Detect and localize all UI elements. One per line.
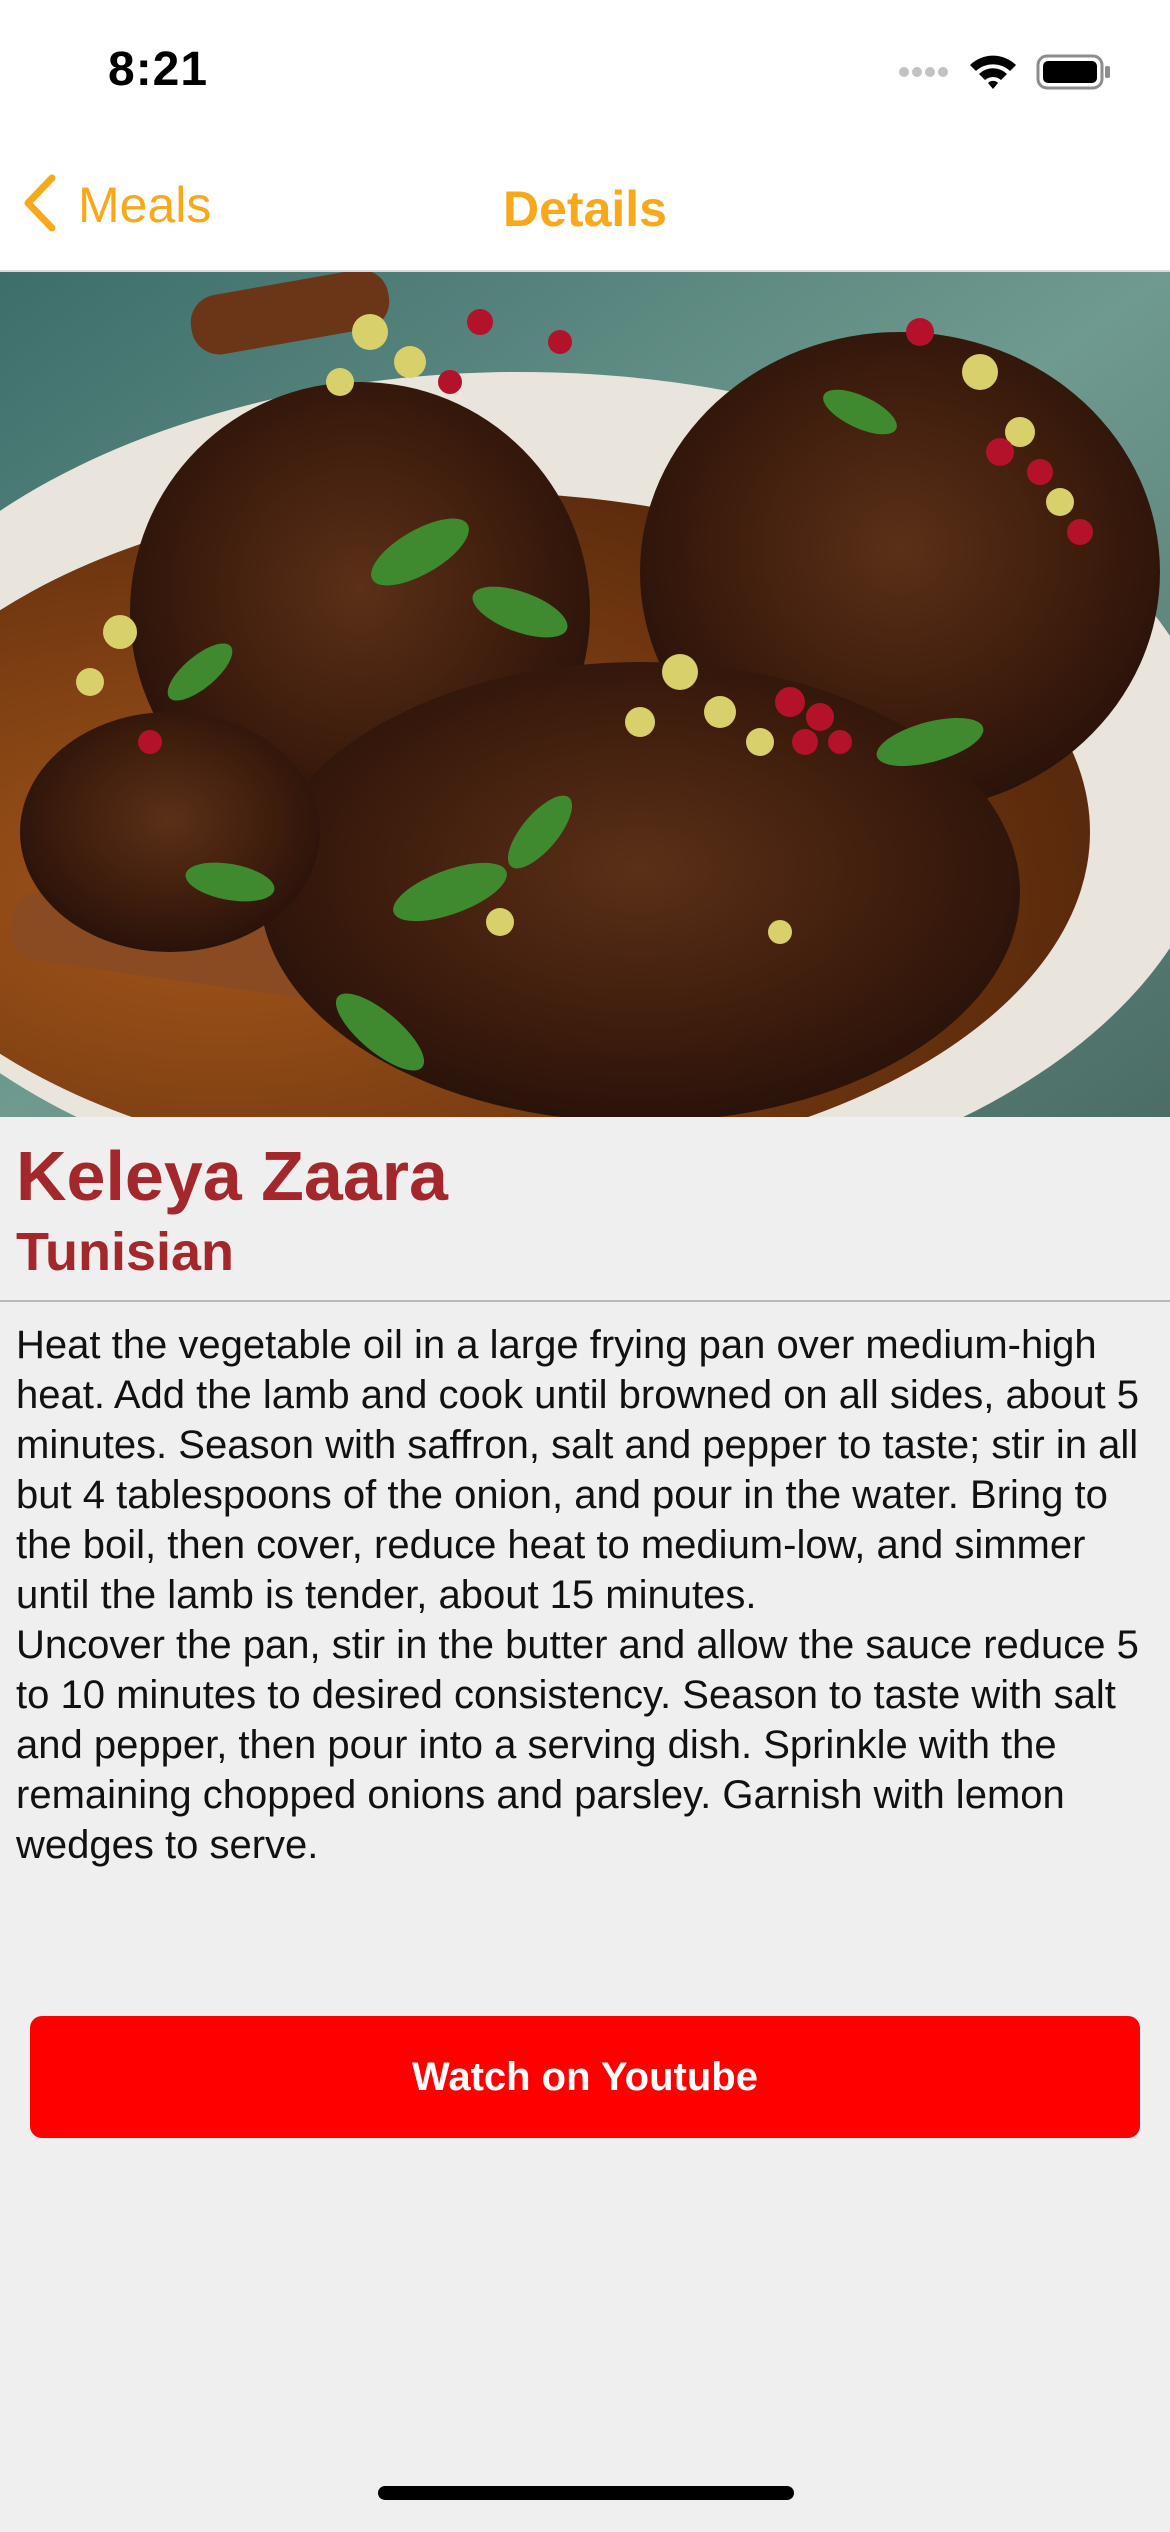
home-indicator[interactable]	[378, 2486, 794, 2500]
meal-instructions: Heat the vegetable oil in a large frying…	[16, 1323, 1139, 1867]
watch-on-youtube-button[interactable]: Watch on Youtube	[30, 2016, 1140, 2138]
navigation-bar: Meals Details	[0, 140, 1170, 272]
meal-area: Tunisian	[16, 1222, 235, 1282]
status-icons	[898, 52, 1112, 96]
status-bar: 8:21	[0, 0, 1170, 140]
meal-name: Keleya Zaara	[16, 1137, 448, 1215]
wifi-icon	[968, 53, 1018, 96]
cellular-signal-icon	[898, 64, 950, 85]
battery-icon	[1036, 53, 1112, 96]
status-time: 8:21	[108, 43, 209, 96]
divider	[0, 1300, 1170, 1302]
nav-title: Details	[503, 181, 667, 237]
meal-photo	[0, 272, 1170, 1117]
